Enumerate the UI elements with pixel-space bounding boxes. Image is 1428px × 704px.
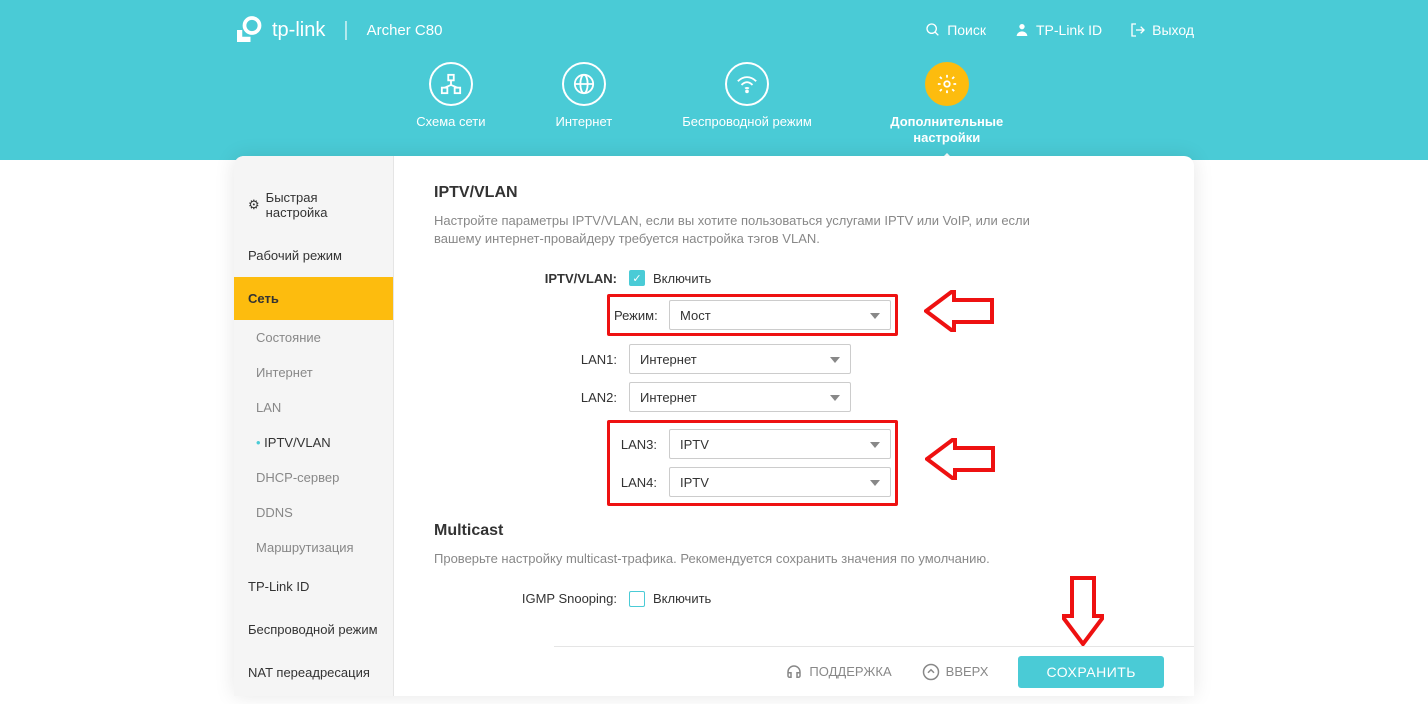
- sidebar-sub-iptv[interactable]: IPTV/VLAN: [234, 425, 393, 460]
- sidebar-tplinkid[interactable]: TP-Link ID: [234, 565, 393, 608]
- sidebar-nat[interactable]: NAT переадресация: [234, 651, 393, 694]
- igmp-enable-label: Включить: [653, 591, 711, 606]
- page-desc: Настройте параметры IPTV/VLAN, если вы х…: [434, 212, 1054, 248]
- main-panel: IPTV/VLAN Настройте параметры IPTV/VLAN,…: [394, 156, 1194, 696]
- sidebar-sub-routing[interactable]: Маршрутизация: [234, 530, 393, 565]
- page-title: IPTV/VLAN: [434, 184, 1154, 202]
- model-name: Archer C80: [367, 22, 443, 39]
- sidebar-wireless[interactable]: Беспроводной режим: [234, 608, 393, 651]
- sidebar-network[interactable]: Сеть: [234, 277, 393, 320]
- arrow-mode: [924, 290, 994, 332]
- logo-area: tp-link | Archer C80: [234, 15, 442, 45]
- top-label: ВВЕРХ: [946, 664, 989, 679]
- tab-internet-label: Интернет: [555, 114, 612, 130]
- support-label: ПОДДЕРЖКА: [809, 664, 891, 679]
- brand-logo: tp-link: [234, 15, 325, 45]
- tab-advanced[interactable]: Дополнительные настройки: [882, 62, 1012, 145]
- logout-link[interactable]: Выход: [1130, 22, 1194, 38]
- up-arrow-icon: [922, 663, 940, 681]
- tplinkid-link[interactable]: TP-Link ID: [1014, 22, 1102, 38]
- tab-advanced-label: Дополнительные настройки: [882, 114, 1012, 145]
- highlight-lan3-4: LAN3: IPTV LAN4: IPTV: [607, 420, 898, 506]
- lan3-label: LAN3:: [614, 437, 669, 452]
- lan2-select[interactable]: Интернет: [629, 382, 851, 412]
- sidebar-sub-internet[interactable]: Интернет: [234, 355, 393, 390]
- search-link[interactable]: Поиск: [925, 22, 986, 38]
- tab-internet[interactable]: Интернет: [555, 62, 612, 145]
- content-container: Быстрая настройка Рабочий режим Сеть Сос…: [234, 156, 1194, 696]
- tplink-icon: [234, 15, 264, 45]
- logout-label: Выход: [1152, 22, 1194, 38]
- lan2-label: LAN2:: [434, 390, 629, 405]
- network-map-icon: [440, 73, 462, 95]
- main-tabs: Схема сети Интернет Беспроводной режим Д…: [0, 62, 1428, 145]
- support-link[interactable]: ПОДДЕРЖКА: [785, 663, 891, 681]
- search-icon: [925, 22, 941, 38]
- lan4-label: LAN4:: [614, 475, 669, 490]
- sidebar-opmode[interactable]: Рабочий режим: [234, 234, 393, 277]
- multicast-title: Multicast: [434, 522, 1154, 540]
- tab-network-map[interactable]: Схема сети: [416, 62, 485, 145]
- sidebar-sub-lan[interactable]: LAN: [234, 390, 393, 425]
- tab-wireless-label: Беспроводной режим: [682, 114, 812, 130]
- enable-label: Включить: [653, 271, 711, 286]
- iptv-vlan-label: IPTV/VLAN:: [434, 271, 629, 286]
- divider: |: [343, 19, 348, 42]
- logout-icon: [1130, 22, 1146, 38]
- headset-icon: [785, 663, 803, 681]
- multicast-desc: Проверьте настройку multicast-трафика. Р…: [434, 550, 1054, 568]
- tplinkid-label: TP-Link ID: [1036, 22, 1102, 38]
- lan1-label: LAN1:: [434, 352, 629, 367]
- sidebar-sub-dhcp[interactable]: DHCP-сервер: [234, 460, 393, 495]
- brand-text: tp-link: [272, 19, 325, 42]
- highlight-mode: Режим: Мост: [607, 294, 898, 336]
- lan1-select[interactable]: Интернет: [629, 344, 851, 374]
- mode-label: Режим:: [614, 308, 669, 323]
- enable-checkbox[interactable]: ✓: [629, 270, 645, 286]
- sidebar-quick-setup[interactable]: Быстрая настройка: [234, 176, 393, 234]
- igmp-checkbox[interactable]: [629, 591, 645, 607]
- tab-wireless[interactable]: Беспроводной режим: [682, 62, 812, 145]
- sidebar: Быстрая настройка Рабочий режим Сеть Сос…: [234, 156, 394, 696]
- lan3-select[interactable]: IPTV: [669, 429, 891, 459]
- user-icon: [1014, 22, 1030, 38]
- globe-icon: [573, 73, 595, 95]
- header: tp-link | Archer C80 Поиск TP-Link ID Вы…: [0, 0, 1428, 160]
- tab-map-label: Схема сети: [416, 114, 485, 130]
- mode-select[interactable]: Мост: [669, 300, 891, 330]
- igmp-label: IGMP Snooping:: [434, 591, 629, 606]
- lan4-select[interactable]: IPTV: [669, 467, 891, 497]
- arrow-lan: [925, 438, 995, 480]
- footer-bar: ПОДДЕРЖКА ВВЕРХ СОХРАНИТЬ: [554, 646, 1194, 696]
- save-button[interactable]: СОХРАНИТЬ: [1018, 656, 1164, 688]
- sidebar-sub-status[interactable]: Состояние: [234, 320, 393, 355]
- sidebar-sub-ddns[interactable]: DDNS: [234, 495, 393, 530]
- top-link[interactable]: ВВЕРХ: [922, 663, 989, 681]
- gear-icon: [936, 73, 958, 95]
- search-label: Поиск: [947, 22, 986, 38]
- wifi-icon: [736, 73, 758, 95]
- form: IPTV/VLAN: ✓ Включить Режим: Мост LAN1:: [434, 270, 1154, 506]
